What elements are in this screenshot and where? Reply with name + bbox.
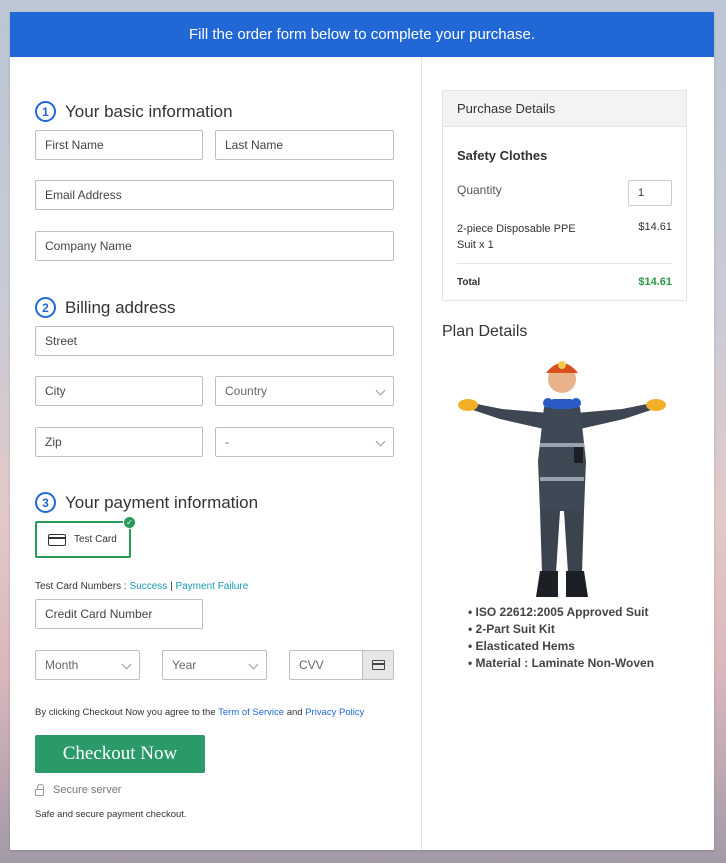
feature-item: ISO 22612:2005 Approved Suit bbox=[468, 605, 654, 622]
last-name-input[interactable]: Last Name bbox=[215, 130, 394, 160]
country-select[interactable]: Country bbox=[215, 376, 394, 406]
safe-checkout-note: Safe and secure payment checkout. bbox=[35, 809, 187, 820]
summary-divider bbox=[457, 263, 672, 264]
cvv-placeholder: CVV bbox=[299, 658, 324, 672]
terms-of-service-link[interactable]: Term of Service bbox=[218, 707, 284, 718]
privacy-policy-link[interactable]: Privacy Policy bbox=[305, 707, 364, 718]
plan-details-title: Plan Details bbox=[442, 323, 528, 340]
check-icon: ✓ bbox=[123, 516, 136, 529]
first-name-input[interactable]: First Name bbox=[35, 130, 203, 160]
cvv-help-button[interactable] bbox=[362, 651, 393, 679]
line-item-qty: Suit x 1 bbox=[457, 239, 494, 251]
agreement-prefix: By clicking Checkout Now you agree to th… bbox=[35, 707, 219, 718]
section-billing-title: 2 Billing address bbox=[35, 297, 176, 318]
separator: | bbox=[170, 581, 173, 592]
chevron-down-icon bbox=[375, 385, 386, 396]
product-name: Safety Clothes bbox=[457, 148, 548, 163]
secure-server-label: Secure server bbox=[53, 784, 122, 796]
order-summary: Purchase Details Safety Clothes Quantity… bbox=[422, 57, 714, 850]
safety-suit-product-image bbox=[458, 361, 666, 597]
zip-input[interactable]: Zip bbox=[35, 427, 203, 457]
checkout-now-button[interactable]: Checkout Now bbox=[35, 735, 205, 773]
country-select-value: Country bbox=[225, 384, 268, 398]
total-amount: $14.61 bbox=[638, 276, 672, 288]
purchase-details-box: Purchase Details Safety Clothes Quantity… bbox=[442, 90, 687, 301]
feature-item: Elasticated Hems bbox=[468, 639, 654, 656]
banner-text: Fill the order form below to complete yo… bbox=[189, 26, 535, 43]
email-input[interactable]: Email Address bbox=[35, 180, 394, 210]
step-number-1: 1 bbox=[35, 101, 56, 122]
city-input[interactable]: City bbox=[35, 376, 203, 406]
month-select[interactable]: Month bbox=[35, 650, 140, 680]
secure-server: Secure server bbox=[35, 783, 122, 796]
month-select-value: Month bbox=[45, 658, 79, 672]
cvv-input[interactable]: CVV bbox=[289, 650, 394, 680]
chevron-down-icon bbox=[121, 659, 132, 670]
step-number-3: 3 bbox=[35, 492, 56, 513]
quantity-label: Quantity bbox=[457, 183, 502, 197]
section-title-text: Billing address bbox=[65, 297, 176, 317]
lock-icon bbox=[35, 783, 44, 796]
year-select[interactable]: Year bbox=[162, 650, 267, 680]
year-select-value: Year bbox=[172, 658, 197, 672]
line-item-price: $14.61 bbox=[638, 221, 672, 233]
test-card-numbers-label: Test Card Numbers : bbox=[35, 581, 130, 592]
plan-feature-list: ISO 22612:2005 Approved Suit 2-Part Suit… bbox=[468, 605, 654, 673]
line-item: 2-piece Disposable PPE Suit x 1 bbox=[457, 221, 576, 253]
line-item-name: 2-piece Disposable PPE bbox=[457, 223, 576, 235]
agreement-text: By clicking Checkout Now you agree to th… bbox=[35, 707, 364, 718]
test-card-label: Test Card bbox=[74, 534, 117, 545]
banner: Fill the order form below to complete yo… bbox=[10, 12, 714, 57]
test-card-option[interactable]: Test Card ✓ bbox=[35, 516, 136, 558]
step-number-2: 2 bbox=[35, 297, 56, 318]
success-link[interactable]: Success bbox=[129, 581, 167, 592]
section-payment-title: 3 Your payment information bbox=[35, 492, 258, 513]
state-select-value: - bbox=[225, 435, 229, 449]
purchase-details-header: Purchase Details bbox=[443, 91, 686, 127]
credit-card-number-input[interactable]: Credit Card Number bbox=[35, 599, 203, 629]
credit-card-icon bbox=[371, 660, 385, 670]
company-name-input[interactable]: Company Name bbox=[35, 231, 394, 261]
quantity-input[interactable]: 1 bbox=[628, 180, 672, 206]
payment-failure-link[interactable]: Payment Failure bbox=[175, 581, 248, 592]
section-title-text: Your payment information bbox=[65, 492, 259, 512]
credit-card-icon bbox=[48, 533, 66, 546]
test-card-numbers: Test Card Numbers : Success | Payment Fa… bbox=[35, 581, 248, 592]
chevron-down-icon bbox=[248, 659, 259, 670]
chevron-down-icon bbox=[375, 436, 386, 447]
section-basic-info-title: 1 Your basic information bbox=[35, 101, 233, 122]
feature-item: Material : Laminate Non-Woven bbox=[468, 656, 654, 673]
feature-item: 2-Part Suit Kit bbox=[468, 622, 654, 639]
order-form: 1 Your basic information First Name Last… bbox=[10, 57, 421, 850]
state-select[interactable]: - bbox=[215, 427, 394, 457]
agreement-and: and bbox=[284, 707, 306, 718]
street-input[interactable]: Street bbox=[35, 326, 394, 356]
total-label: Total bbox=[457, 277, 481, 288]
order-form-page: Fill the order form below to complete yo… bbox=[10, 12, 714, 850]
section-title-text: Your basic information bbox=[65, 101, 233, 121]
